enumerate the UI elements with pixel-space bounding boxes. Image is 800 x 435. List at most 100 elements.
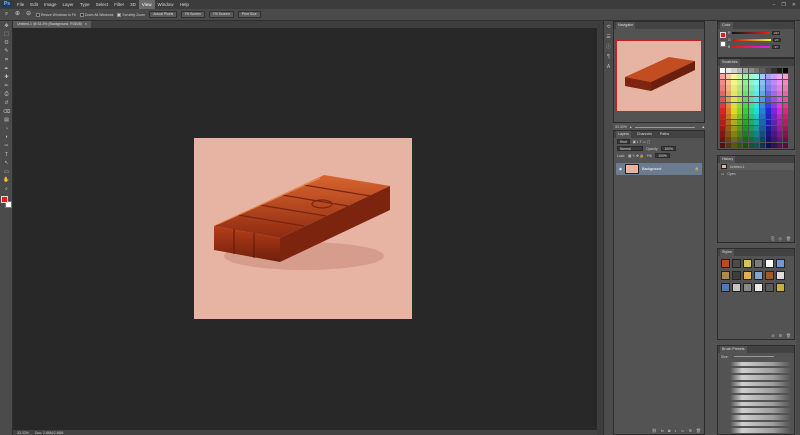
brush-preset-stroke[interactable] bbox=[730, 408, 791, 413]
swatch-chip[interactable] bbox=[765, 137, 771, 143]
fill-field[interactable]: 100% bbox=[655, 153, 670, 158]
history-state-row[interactable]: ▭ Open bbox=[718, 170, 794, 177]
document-tab[interactable]: Untitled-1 @ 33.3% (Background, RGB/8) × bbox=[13, 21, 91, 28]
swatch-chip[interactable] bbox=[737, 85, 743, 91]
swatch-chip[interactable] bbox=[771, 125, 777, 131]
tab-layers[interactable]: Layers bbox=[616, 131, 631, 138]
zoom-out-icon[interactable]: ⊖ bbox=[25, 11, 32, 18]
swatch-chip[interactable] bbox=[720, 73, 726, 79]
swatch-chip[interactable] bbox=[765, 114, 771, 120]
swatch-chip[interactable] bbox=[782, 68, 788, 74]
brush-preset-stroke[interactable] bbox=[730, 422, 791, 426]
swatch-chip[interactable] bbox=[777, 85, 783, 91]
style-swatch[interactable] bbox=[732, 259, 741, 268]
swatch-chip[interactable] bbox=[725, 91, 731, 97]
swatch-chip[interactable] bbox=[742, 91, 749, 97]
blend-mode-select[interactable]: Normal bbox=[617, 146, 643, 151]
zoom-level[interactable]: 33.33% bbox=[17, 431, 29, 435]
style-swatch[interactable] bbox=[776, 271, 785, 280]
checkbox[interactable] bbox=[117, 12, 122, 17]
history-snapshot-row[interactable]: Untitled-1 bbox=[718, 163, 794, 170]
swatch-chip[interactable] bbox=[754, 142, 760, 148]
brush-preset-stroke[interactable] bbox=[730, 428, 791, 433]
swatch-chip[interactable] bbox=[737, 125, 743, 131]
swatch-chip[interactable] bbox=[765, 73, 771, 79]
swatch-chip[interactable] bbox=[771, 119, 777, 125]
menu-select[interactable]: Select bbox=[93, 0, 112, 9]
swatch-chip[interactable] bbox=[725, 125, 731, 131]
swatch-chip[interactable] bbox=[765, 108, 771, 114]
swatch-chip[interactable] bbox=[725, 137, 731, 143]
swatch-chip[interactable] bbox=[731, 114, 737, 120]
swatch-chip[interactable] bbox=[771, 137, 777, 143]
style-swatch[interactable] bbox=[765, 271, 774, 280]
brush-preset-stroke[interactable] bbox=[730, 368, 791, 373]
menu-layer[interactable]: Layer bbox=[60, 0, 77, 9]
swatch-chip[interactable] bbox=[782, 131, 788, 137]
swatch-chip[interactable] bbox=[771, 79, 777, 85]
swatch-chip[interactable] bbox=[731, 119, 737, 125]
swatch-chip[interactable] bbox=[777, 114, 783, 120]
swatch-chip[interactable] bbox=[725, 68, 731, 74]
swatch-chip[interactable] bbox=[731, 79, 737, 85]
swatch-chip[interactable] bbox=[748, 131, 754, 137]
move-icon[interactable]: ✥ bbox=[2, 23, 11, 30]
swatch-chip[interactable] bbox=[725, 119, 731, 125]
fill-screen-button[interactable]: Fill Screen bbox=[209, 11, 234, 18]
tab-color[interactable]: Color bbox=[720, 22, 733, 29]
group-icon[interactable]: ▭ bbox=[681, 428, 685, 433]
actual-pixels-button[interactable]: Actual Pixels bbox=[149, 11, 178, 18]
swatch-chip[interactable] bbox=[731, 85, 737, 91]
swatch-chip[interactable] bbox=[777, 102, 783, 108]
lasso-icon[interactable]: ʘ bbox=[2, 40, 11, 47]
swatch-chip[interactable] bbox=[754, 108, 760, 114]
swatch-chip[interactable] bbox=[737, 68, 743, 74]
swatch-chip[interactable] bbox=[782, 102, 788, 108]
menu-file[interactable]: File bbox=[14, 0, 27, 9]
gradient-icon[interactable]: ▤ bbox=[2, 117, 11, 124]
swatch-chip[interactable] bbox=[742, 142, 749, 148]
style-swatch[interactable] bbox=[721, 259, 730, 268]
blue-slider[interactable]: B 27 bbox=[718, 45, 794, 49]
swatch-chip[interactable] bbox=[748, 68, 754, 74]
style-swatch[interactable] bbox=[743, 283, 752, 292]
swatch-chip[interactable] bbox=[771, 114, 777, 120]
color-swatches-fg-bg[interactable] bbox=[1, 196, 12, 210]
blur-icon[interactable]: ◔ bbox=[2, 126, 11, 133]
green-slider[interactable]: G 27 bbox=[718, 38, 794, 42]
clear-style-icon[interactable]: ⊘ bbox=[771, 333, 774, 338]
swatch-chip[interactable] bbox=[782, 85, 788, 91]
swatch-chip[interactable] bbox=[748, 73, 754, 79]
swatch-chip[interactable] bbox=[782, 125, 788, 131]
paragraph-icon[interactable]: ¶ bbox=[605, 54, 612, 61]
tab-history[interactable]: History bbox=[720, 156, 736, 163]
channel-value[interactable]: 27 bbox=[772, 38, 781, 42]
fx-icon[interactable]: fx bbox=[661, 428, 664, 433]
swatch-chip[interactable] bbox=[737, 108, 743, 114]
swatch-chip[interactable] bbox=[725, 114, 731, 120]
brush-preset-stroke[interactable] bbox=[730, 415, 791, 420]
shape-icon[interactable]: ▭ bbox=[2, 169, 11, 176]
swatch-chip[interactable] bbox=[771, 85, 777, 91]
tab-navigator[interactable]: Navigator bbox=[616, 22, 636, 29]
delete-state-icon[interactable]: 🗑 bbox=[786, 236, 791, 241]
tab-styles[interactable]: Styles bbox=[720, 249, 734, 256]
swatch-chip[interactable] bbox=[720, 142, 726, 148]
swatch-chip[interactable] bbox=[742, 108, 749, 114]
zoom-out-mountain-icon[interactable]: ▴ bbox=[630, 125, 632, 129]
swatch-chip[interactable] bbox=[777, 137, 783, 143]
lock-icons[interactable]: ▦ ✎ ✥ 🔒 bbox=[628, 154, 644, 158]
swatch-chip[interactable] bbox=[731, 125, 737, 131]
swatch-chip[interactable] bbox=[759, 119, 766, 125]
swatch-chip[interactable] bbox=[754, 96, 760, 102]
slider-track[interactable] bbox=[732, 32, 771, 34]
style-swatch[interactable] bbox=[732, 283, 741, 292]
swatch-chip[interactable] bbox=[782, 79, 788, 85]
swatch-chip[interactable] bbox=[765, 131, 771, 137]
brush-size-slider[interactable] bbox=[733, 356, 774, 357]
dodge-icon[interactable]: ◖ bbox=[2, 134, 11, 141]
eraser-icon[interactable]: ⌫ bbox=[2, 109, 11, 116]
swatch-chip[interactable] bbox=[771, 131, 777, 137]
swatch-chip[interactable] bbox=[731, 91, 737, 97]
swatch-chip[interactable] bbox=[759, 73, 766, 79]
